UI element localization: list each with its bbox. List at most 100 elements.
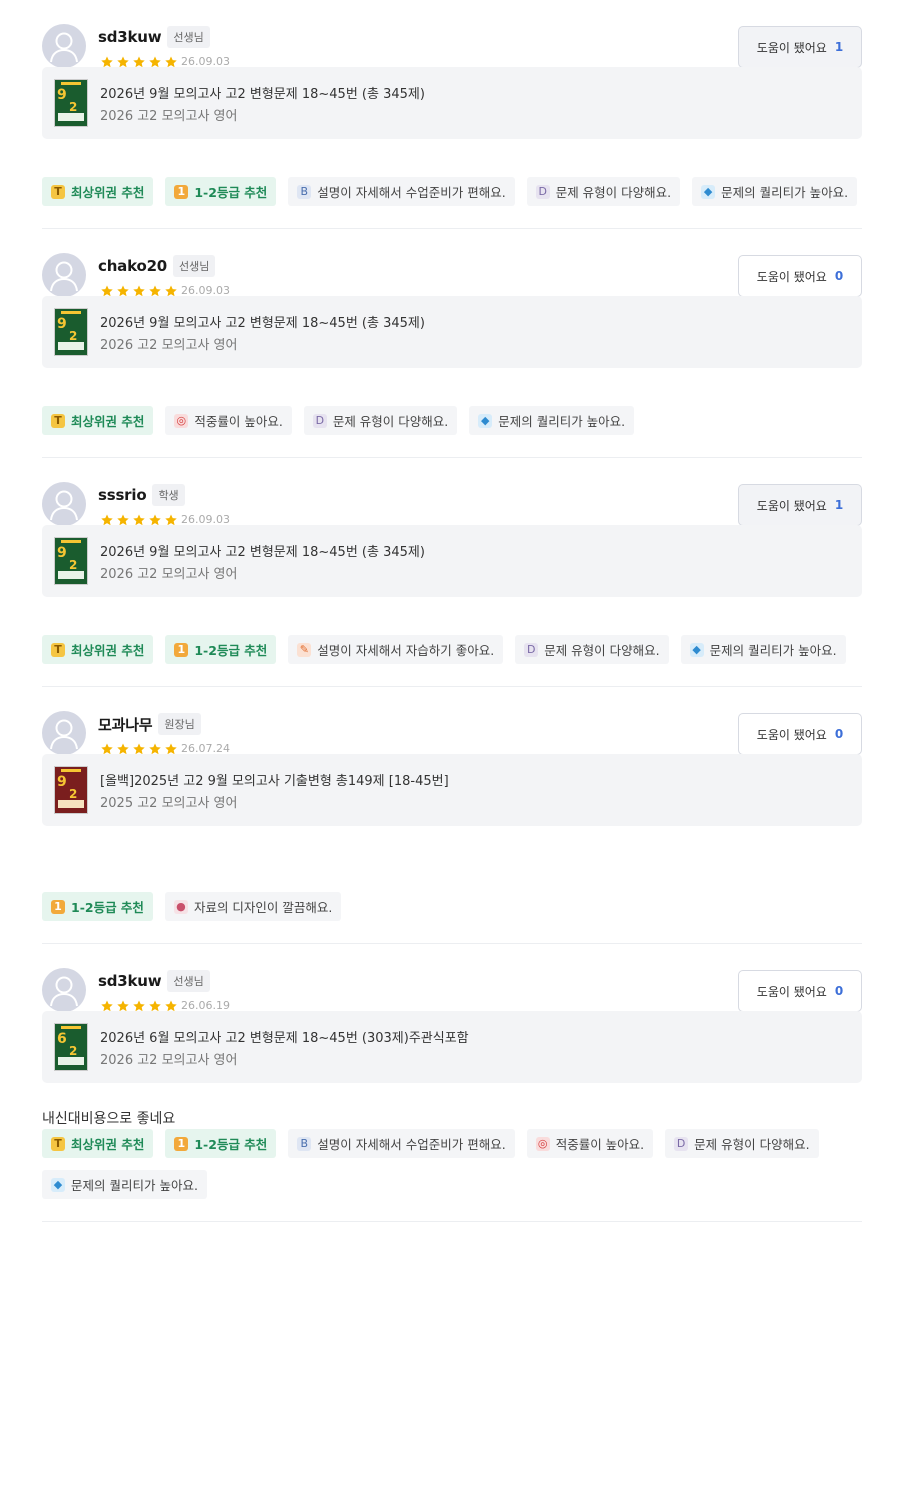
review-tag-label: 자료의 디자인이 깔끔해요.	[193, 900, 333, 915]
helpful-label: 도움이 됐어요	[756, 40, 827, 55]
avatar	[42, 711, 86, 755]
medal-icon: 1	[51, 899, 65, 914]
product-thumbnail: 92	[54, 537, 88, 585]
star-rating	[100, 54, 178, 68]
star-icon	[148, 998, 162, 1012]
review-date: 26.07.24	[181, 741, 230, 755]
product-title: 2026년 9월 모의고사 고2 변형문제 18~45번 (총 345제)	[100, 87, 425, 102]
product-subtitle: 2025 고2 모의고사 영어	[100, 796, 238, 811]
review-tag: D 문제 유형이 다양해요.	[665, 1129, 819, 1158]
trophy-icon: T	[51, 413, 65, 428]
review-tag-label: 1-2등급 추천	[194, 185, 268, 200]
star-rating	[100, 998, 178, 1012]
review-tag-label: 적중률이 높아요.	[194, 414, 283, 429]
palette-icon: ●	[173, 899, 188, 914]
trophy-icon: T	[51, 1136, 65, 1151]
review-tag: ◎ 적중률이 높아요.	[165, 406, 292, 435]
star-icon	[148, 283, 162, 297]
star-icon	[116, 283, 130, 297]
product-thumbnail: 92	[54, 766, 88, 814]
helpful-button[interactable]: 도움이 됐어요 1	[738, 26, 862, 68]
star-icon	[148, 512, 162, 526]
review-tag: 1 1-2등급 추천	[42, 892, 153, 921]
product-subtitle: 2026 고2 모의고사 영어	[100, 338, 238, 353]
review-card: sssrio 학생 26.09.03 도움이 됐어요 1 9 2 2026년 9월 모의고사 …	[42, 458, 862, 687]
reviewer-role-badge: 선생님	[167, 970, 210, 992]
review-tag-label: 설명이 자세해서 수업준비가 편해요.	[317, 1137, 506, 1152]
review-tag-label: 설명이 자세해서 수업준비가 편해요.	[317, 185, 506, 200]
reviewer-name: sd3kuw	[98, 972, 162, 990]
star-icon	[132, 741, 146, 755]
review-tag: ◆ 문제의 퀄리티가 높아요.	[680, 635, 846, 664]
review-tag-label: 문제의 퀄리티가 높아요.	[71, 1178, 198, 1193]
review-tag-label: 문제의 퀄리티가 높아요.	[709, 643, 837, 658]
review-tag-label: 최상위권 추천	[71, 414, 145, 429]
review-tag: 1 1-2등급 추천	[165, 635, 277, 664]
product-card[interactable]: 6 2 2026년 6월 모의고사 고2 변형문제 18~45번 (303제)주관식…	[42, 1011, 862, 1083]
dice-icon: D	[312, 413, 327, 428]
helpful-button[interactable]: 도움이 됐어요 0	[738, 970, 862, 1012]
product-title: 2026년 9월 모의고사 고2 변형문제 18~45번 (총 345제)	[100, 316, 425, 331]
product-card[interactable]: 9 2 [올백]2025년 고2 9월 모의고사 기출변형 총149제 [18-45…	[42, 754, 862, 826]
product-title: 2026년 9월 모의고사 고2 변형문제 18~45번 (총 345제)	[100, 545, 425, 560]
review-tag: ✎ 설명이 자세해서 자습하기 좋아요.	[288, 635, 504, 664]
book-icon: B	[297, 184, 312, 199]
review-tag: T 최상위권 추천	[42, 406, 154, 435]
star-rating	[100, 512, 178, 526]
review-tag-label: 1-2등급 추천	[194, 1137, 268, 1152]
rating-row: 26.09.03	[100, 54, 230, 68]
review-tag-label: 1-2등급 추천	[194, 643, 268, 658]
product-card[interactable]: 9 2 2026년 9월 모의고사 고2 변형문제 18~45번 (총 345제) 2…	[42, 67, 862, 139]
review-card: sd3kuw 선생님 26.06.19 도움이 됐어요 0 6 2 2026년 6월 모의고사…	[42, 944, 862, 1222]
dice-icon: D	[524, 642, 539, 657]
review-tag: D 문제 유형이 다양해요.	[526, 177, 681, 206]
star-icon	[132, 998, 146, 1012]
thumbnail-month: 9	[57, 774, 67, 790]
helpful-label: 도움이 됐어요	[756, 498, 827, 513]
helpful-button[interactable]: 도움이 됐어요 0	[738, 713, 862, 755]
review-tag: ● 자료의 디자인이 깔끔해요.	[164, 892, 342, 921]
review-date: 26.06.19	[181, 998, 230, 1012]
helpful-label: 도움이 됐어요	[756, 727, 827, 742]
avatar	[42, 253, 86, 297]
review-tag: ◆ 문제의 퀄리티가 높아요.	[692, 177, 858, 206]
reviewer-name: sssrio	[98, 486, 147, 504]
rating-row: 26.09.03	[100, 283, 230, 297]
reviewer-role-badge: 선생님	[173, 255, 216, 277]
product-card[interactable]: 9 2 2026년 9월 모의고사 고2 변형문제 18~45번 (총 345제) 2…	[42, 296, 862, 368]
star-icon	[132, 54, 146, 68]
review-tag: D 문제 유형이 다양해요.	[515, 635, 669, 664]
review-list: sd3kuw 선생님 26.09.03 도움이 됐어요 1 9 2 2026년 9월 모의고사…	[0, 0, 906, 1222]
review-card: 모과나무 원장님 26.07.24 도움이 됐어요 0 9 2 [올백]2025년 고2 9월…	[42, 687, 862, 944]
star-rating	[100, 283, 178, 297]
review-card: chako20 선생님 26.09.03 도움이 됐어요 0 9 2 2026년 9월 모의고…	[42, 229, 862, 458]
review-tag: ◎ 적중률이 높아요.	[526, 1129, 654, 1158]
avatar	[42, 24, 86, 68]
review-tags: T 최상위권 추천 1 1-2등급 추천 B 설명이 자세해서 수업준비가 편해요. D 문제…	[42, 177, 862, 228]
dice-icon: D	[674, 1136, 689, 1151]
star-icon	[148, 741, 162, 755]
star-icon	[164, 512, 178, 526]
review-tag-label: 최상위권 추천	[71, 185, 145, 200]
star-icon	[100, 54, 114, 68]
helpful-button[interactable]: 도움이 됐어요 1	[738, 484, 862, 526]
review-tag-label: 문제 유형이 다양해요.	[694, 1137, 810, 1152]
star-icon	[100, 998, 114, 1012]
product-title: 2026년 6월 모의고사 고2 변형문제 18~45번 (303제)주관식포함	[100, 1031, 469, 1046]
thumbnail-month: 9	[57, 545, 67, 561]
star-rating	[100, 741, 178, 755]
product-thumbnail: 92	[54, 79, 88, 127]
rating-row: 26.07.24	[100, 741, 230, 755]
helpful-button[interactable]: 도움이 됐어요 0	[738, 255, 862, 297]
review-header: sd3kuw 선생님 26.09.03 도움이 됐어요 1	[42, 0, 862, 68]
avatar	[42, 482, 86, 526]
review-comment	[42, 826, 862, 892]
reviewer-role-badge: 학생	[152, 484, 185, 506]
review-header: sssrio 학생 26.09.03 도움이 됐어요 1	[42, 458, 862, 526]
review-tag: T 최상위권 추천	[42, 1129, 154, 1158]
product-subtitle: 2026 고2 모의고사 영어	[100, 109, 238, 124]
product-card[interactable]: 9 2 2026년 9월 모의고사 고2 변형문제 18~45번 (총 345제) 2…	[42, 525, 862, 597]
review-tag: T 최상위권 추천	[42, 635, 154, 664]
review-tag-label: 설명이 자세해서 자습하기 좋아요.	[317, 643, 495, 658]
diamond-icon: ◆	[701, 184, 716, 199]
